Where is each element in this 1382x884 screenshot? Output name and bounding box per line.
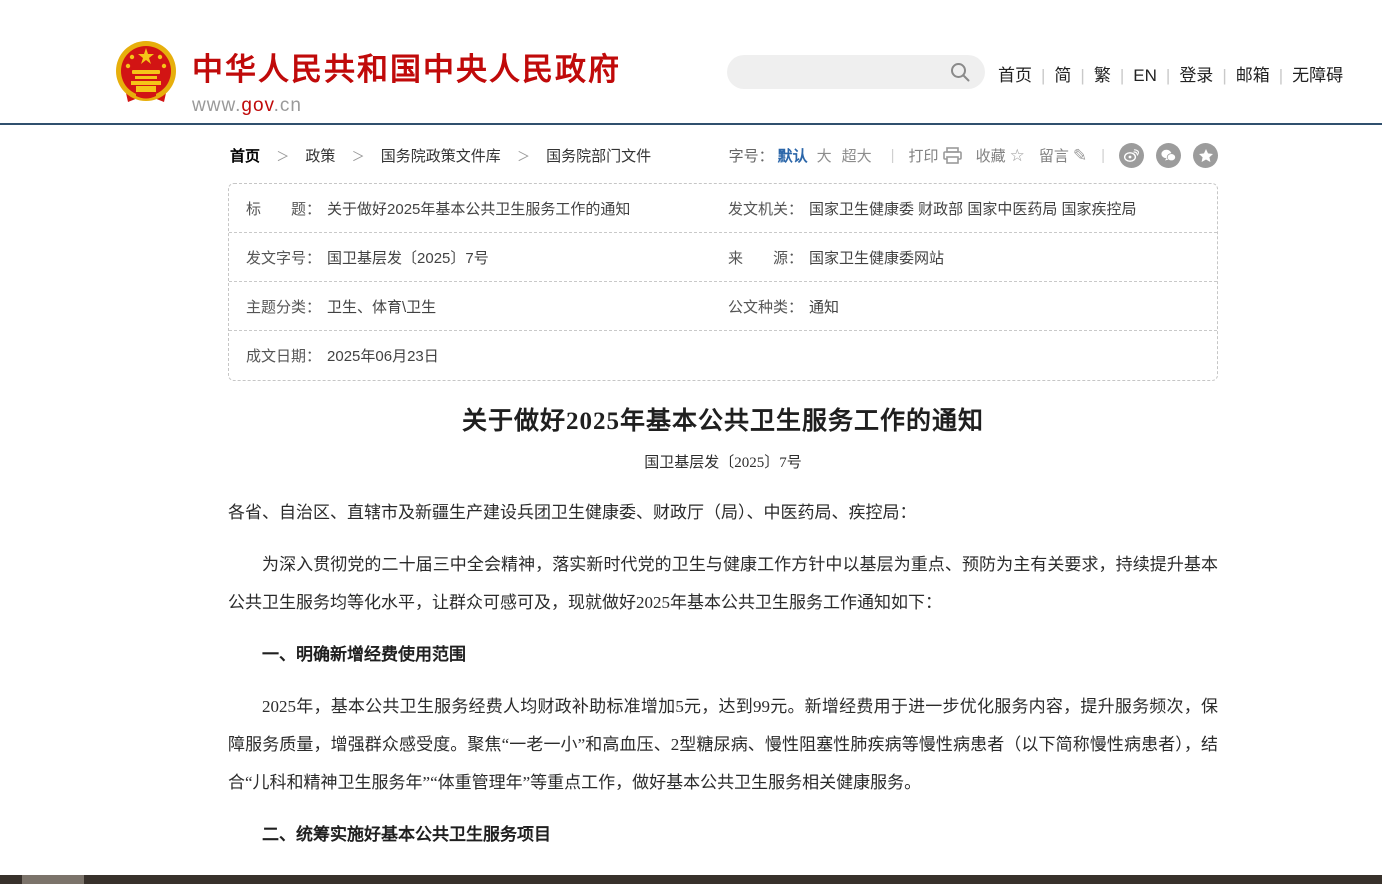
breadcrumb-policy[interactable]: 政策 xyxy=(305,148,335,165)
meta-value: 国家卫生健康委网站 xyxy=(809,247,944,268)
article-section-heading-1: 一、明确新增经费使用范围 xyxy=(228,636,1218,674)
page-toolbar: 字号： 默认 大 超大 | 打印 收藏 ☆ 留言 ✎ | xyxy=(729,143,1218,168)
main-container: 首页 ＞ 政策 ＞ 国务院政策文件库 ＞ 国务院部门文件 字号： 默认 大 超大… xyxy=(228,127,1218,884)
site-title: 中华人民共和国中央人民政府 xyxy=(192,44,621,89)
weibo-share-icon[interactable] xyxy=(1119,143,1144,168)
search-icon[interactable] xyxy=(950,62,970,82)
article-doc-number: 国卫基层发〔2025〕7号 xyxy=(228,451,1218,472)
meta-label: 来 源： xyxy=(728,247,803,268)
breadcrumb-home[interactable]: 首页 xyxy=(230,148,260,165)
bottom-edge-bar xyxy=(0,875,1382,884)
printer-icon[interactable] xyxy=(943,147,962,164)
breadcrumb-separator: ＞ xyxy=(352,149,365,164)
article-paragraph: 2025年，基本公共卫生服务经费人均财政补助标准增加5元，达到99元。新增经费用… xyxy=(228,688,1218,802)
breadcrumb: 首页 ＞ 政策 ＞ 国务院政策文件库 ＞ 国务院部门文件 xyxy=(230,145,651,166)
bottom-edge-bar-segment xyxy=(22,875,84,884)
nav-english[interactable]: EN xyxy=(1133,66,1157,85)
nav-traditional[interactable]: 繁 xyxy=(1094,66,1111,85)
nav-separator: | xyxy=(1080,66,1084,85)
meta-title: 标 题： 关于做好2025年基本公共卫生服务工作的通知 xyxy=(246,198,728,219)
meta-value: 国卫基层发〔2025〕7号 xyxy=(327,247,489,268)
breadcrumb-separator: ＞ xyxy=(517,149,530,164)
comment-button[interactable]: 留言 xyxy=(1039,145,1069,166)
article-salutation: 各省、自治区、直辖市及新疆生产建设兵团卫生健康委、财政厅（局）、中医药局、疾控局… xyxy=(228,494,1218,532)
print-button[interactable]: 打印 xyxy=(909,145,939,166)
meta-value: 通知 xyxy=(809,296,839,317)
site-header: 中华人民共和国中央人民政府 www.gov.cn 首页 | 简 | 繁 | EN | 登录 | 邮箱… xyxy=(0,0,1382,125)
breadcrumb-separator: ＞ xyxy=(276,149,289,164)
breadcrumb-policy-library[interactable]: 国务院政策文件库 xyxy=(381,148,501,165)
site-url: www.gov.cn xyxy=(192,95,621,117)
meta-date: 成文日期： 2025年06月23日 xyxy=(246,345,728,366)
meta-value: 关于做好2025年基本公共卫生服务工作的通知 xyxy=(327,198,630,219)
toolbar-separator: | xyxy=(1101,147,1105,164)
favorite-button[interactable]: 收藏 xyxy=(976,145,1006,166)
nav-simplified[interactable]: 简 xyxy=(1054,66,1071,85)
meta-row: 发文字号： 国卫基层发〔2025〕7号 来 源： 国家卫生健康委网站 xyxy=(229,233,1217,282)
article-section-heading-2: 二、统筹实施好基本公共卫生服务项目 xyxy=(228,816,1218,854)
nav-accessibility[interactable]: 无障碍 xyxy=(1292,66,1343,85)
meta-label: 发文字号： xyxy=(246,247,321,268)
top-nav: 首页 | 简 | 繁 | EN | 登录 | 邮箱 | 无障碍 xyxy=(998,61,1343,86)
wechat-share-icon[interactable] xyxy=(1156,143,1181,168)
site-url-www: www. xyxy=(192,95,241,116)
nav-separator: | xyxy=(1222,66,1226,85)
site-url-gov: gov xyxy=(241,95,273,116)
meta-label: 发文机关： xyxy=(728,198,803,219)
meta-value: 2025年06月23日 xyxy=(327,345,439,366)
nav-separator: | xyxy=(1041,66,1045,85)
font-size-default-button[interactable]: 默认 xyxy=(778,145,808,166)
meta-label: 主题分类： xyxy=(246,296,321,317)
article-paragraph: 为深入贯彻党的二十届三中全会精神，落实新时代党的卫生与健康工作方针中以基层为重点… xyxy=(228,546,1218,622)
meta-row: 主题分类： 卫生、体育\卫生 公文种类： 通知 xyxy=(229,282,1217,331)
nav-mail[interactable]: 邮箱 xyxy=(1236,66,1270,85)
document-meta-box: 标 题： 关于做好2025年基本公共卫生服务工作的通知 发文机关： 国家卫生健康… xyxy=(228,183,1218,381)
site-url-cn: .cn xyxy=(274,95,302,116)
font-size-label: 字号： xyxy=(729,145,774,166)
national-emblem-icon xyxy=(114,40,178,108)
meta-value: 卫生、体育\卫生 xyxy=(327,296,436,317)
meta-doc-number: 发文字号： 国卫基层发〔2025〕7号 xyxy=(246,247,728,268)
article-body: 各省、自治区、直辖市及新疆生产建设兵团卫生健康委、财政厅（局）、中医药局、疾控局… xyxy=(228,494,1218,884)
qzone-share-icon[interactable] xyxy=(1193,143,1218,168)
font-size-xlarge-button[interactable]: 超大 xyxy=(842,145,872,166)
nav-separator: | xyxy=(1166,66,1170,85)
font-size-large-button[interactable]: 大 xyxy=(817,145,832,166)
nav-separator: | xyxy=(1120,66,1124,85)
pencil-icon[interactable]: ✎ xyxy=(1073,146,1087,166)
breadcrumb-toolbar-row: 首页 ＞ 政策 ＞ 国务院政策文件库 ＞ 国务院部门文件 字号： 默认 大 超大… xyxy=(228,127,1218,183)
meta-topic-category: 主题分类： 卫生、体育\卫生 xyxy=(246,296,728,317)
meta-label: 公文种类： xyxy=(728,296,803,317)
meta-label: 成文日期： xyxy=(246,345,321,366)
meta-source: 来 源： 国家卫生健康委网站 xyxy=(728,247,944,268)
breadcrumb-department-docs[interactable]: 国务院部门文件 xyxy=(546,148,651,165)
meta-issuing-agency: 发文机关： 国家卫生健康委 财政部 国家中医药局 国家疾控局 xyxy=(728,198,1137,219)
toolbar-separator: | xyxy=(891,147,895,164)
star-icon[interactable]: ☆ xyxy=(1010,146,1025,166)
meta-row: 标 题： 关于做好2025年基本公共卫生服务工作的通知 发文机关： 国家卫生健康… xyxy=(229,184,1217,233)
nav-home[interactable]: 首页 xyxy=(998,66,1032,85)
meta-doc-type: 公文种类： 通知 xyxy=(728,296,839,317)
meta-label: 标 题： xyxy=(246,198,321,219)
meta-value: 国家卫生健康委 财政部 国家中医药局 国家疾控局 xyxy=(809,198,1137,219)
meta-row: 成文日期： 2025年06月23日 xyxy=(229,331,1217,380)
article: 关于做好2025年基本公共卫生服务工作的通知 国卫基层发〔2025〕7号 各省、… xyxy=(228,401,1218,884)
nav-separator: | xyxy=(1279,66,1283,85)
page: 中华人民共和国中央人民政府 www.gov.cn 首页 | 简 | 繁 | EN | 登录 | 邮箱… xyxy=(0,0,1382,884)
site-identity[interactable]: 中华人民共和国中央人民政府 www.gov.cn xyxy=(192,44,621,117)
article-title: 关于做好2025年基本公共卫生服务工作的通知 xyxy=(228,401,1218,437)
nav-login[interactable]: 登录 xyxy=(1179,66,1213,85)
search-input[interactable] xyxy=(727,55,985,89)
